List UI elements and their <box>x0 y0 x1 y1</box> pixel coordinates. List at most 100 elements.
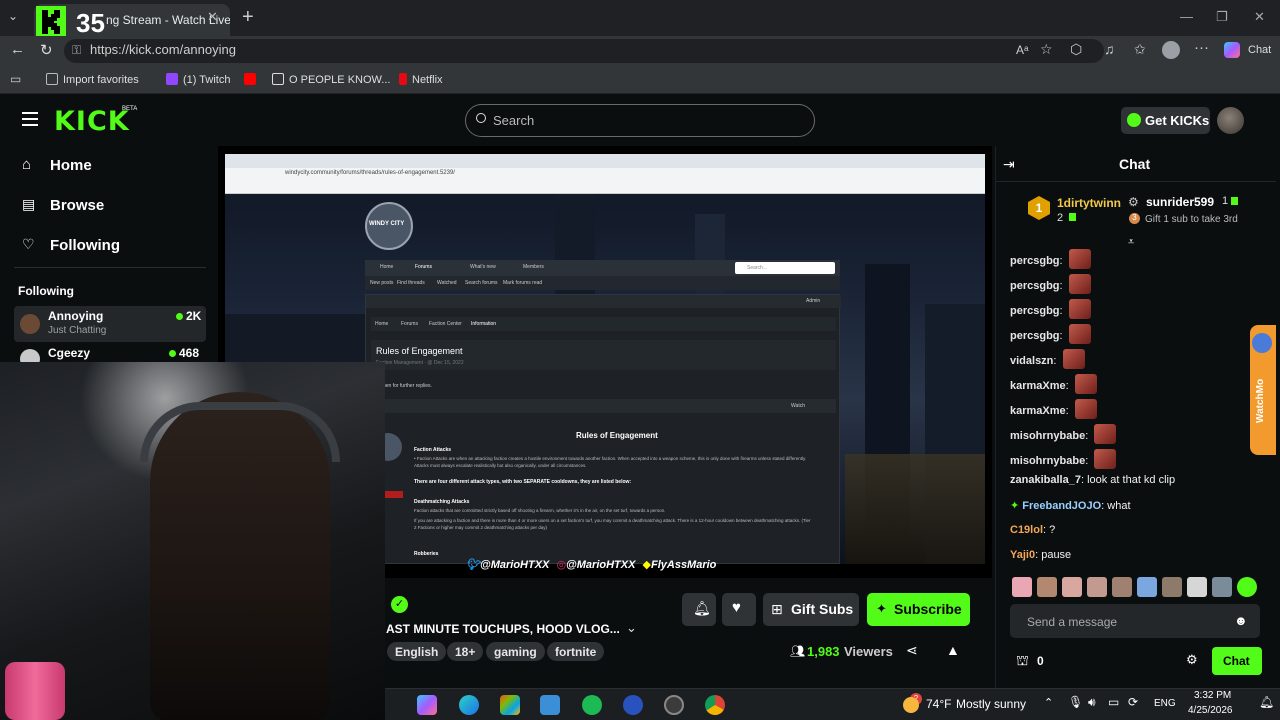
leaderboard-toggle-icon[interactable]: ⩡ <box>1128 236 1134 249</box>
chat-username[interactable]: vidalszn <box>1010 355 1053 367</box>
search-input[interactable]: Search <box>465 104 815 137</box>
back-icon[interactable]: ← <box>10 41 25 58</box>
tag-18plus[interactable]: 18+ <box>447 642 484 661</box>
subscribe-button[interactable]: ✦ Subscribe <box>867 593 970 626</box>
bookmark-import-favorites[interactable]: Import favorites <box>46 73 139 86</box>
obs-icon[interactable] <box>664 695 684 715</box>
window-icon[interactable] <box>540 695 560 715</box>
store-icon[interactable] <box>500 695 520 715</box>
emote-slot[interactable] <box>1237 577 1257 597</box>
chat-username[interactable]: C19lol <box>1010 524 1043 536</box>
emote-slot[interactable] <box>1062 577 1082 597</box>
favorites-icon[interactable]: ✩ <box>1134 41 1146 58</box>
temperature[interactable]: 74°F <box>926 697 951 711</box>
watchmo-widget[interactable]: WatchMo <box>1250 325 1276 455</box>
copilot-icon[interactable] <box>1224 42 1240 58</box>
user-avatar[interactable] <box>1217 107 1244 134</box>
chat-username[interactable]: karmaXme <box>1010 405 1066 417</box>
chat-username[interactable]: FreebandJOJO <box>1022 500 1101 512</box>
network-icon[interactable]: ▭ <box>1108 695 1119 709</box>
chat-settings-gear-icon[interactable]: ⚙ <box>1186 652 1198 668</box>
emote-slot[interactable] <box>1212 577 1232 597</box>
profile-icon[interactable] <box>1162 41 1180 59</box>
url-text[interactable]: https://kick.com/annoying <box>90 42 236 57</box>
emote-slot[interactable] <box>1012 577 1032 597</box>
refresh-icon[interactable]: ↻ <box>40 41 53 59</box>
gift-prompt[interactable]: Gift 1 sub to take 3rd <box>1145 214 1238 225</box>
bookmark-people-know[interactable]: O PEOPLE KNOW... <box>272 73 390 86</box>
share-icon[interactable]: ⋖ <box>906 642 918 659</box>
points-icon[interactable]: ⛫ <box>1016 652 1029 671</box>
minimize-icon[interactable]: — <box>1180 9 1193 24</box>
chat-username[interactable]: misohrnybabe <box>1010 455 1085 467</box>
emote-slot[interactable] <box>1187 577 1207 597</box>
notification-bell-button[interactable]: 🔔︎ <box>682 593 716 626</box>
sync-icon[interactable]: ⟳ <box>1128 695 1138 709</box>
volume-icon[interactable]: 🔊︎ <box>1088 695 1096 710</box>
gifter-count: 2 <box>1057 212 1064 224</box>
chat-username[interactable]: percsgbg <box>1010 330 1060 342</box>
window-close-icon[interactable]: ✕ <box>1254 9 1265 25</box>
chat-username[interactable]: zanakiballa_7 <box>1010 474 1081 486</box>
following-channel-annoying[interactable]: Annoying Just Chatting 2K <box>14 306 206 342</box>
copilot-taskbar-icon[interactable] <box>417 695 437 715</box>
chat-username[interactable]: Yaji0 <box>1010 549 1035 561</box>
emote-slot[interactable] <box>1162 577 1182 597</box>
kick-logo[interactable]: KICK BETA <box>54 106 137 137</box>
tag-fortnite[interactable]: fortnite <box>547 642 605 661</box>
chat-message: karmaXme: <box>1010 399 1097 419</box>
sidebar-item-home[interactable]: ⌂ Home <box>22 156 92 174</box>
reading-list-icon[interactable]: ▭ <box>10 72 21 86</box>
tray-chevron-icon[interactable]: ⌃ <box>1044 696 1053 709</box>
language-indicator[interactable]: ENG <box>1154 698 1176 709</box>
bookmark-youtube[interactable] <box>244 73 261 86</box>
tag-english[interactable]: English <box>387 642 447 661</box>
follow-heart-button[interactable]: ♥ <box>722 593 756 626</box>
gift-subs-button[interactable]: ⊞ Gift Subs <box>763 593 859 626</box>
emote-slot[interactable] <box>1087 577 1107 597</box>
emote-slot[interactable] <box>1137 577 1157 597</box>
sidebar-item-browse[interactable]: ▤ Browse <box>22 196 104 214</box>
page-icon <box>272 73 284 85</box>
new-tab-button[interactable]: + <box>242 6 254 29</box>
clock-time[interactable]: 3:32 PM <box>1194 690 1231 701</box>
maximize-icon[interactable]: ❐ <box>1216 9 1228 25</box>
chrome-icon[interactable] <box>705 695 725 715</box>
more-menu-icon[interactable]: ··· <box>1194 39 1209 56</box>
notification-icon[interactable]: 🔔︎ <box>1259 695 1274 709</box>
tab-list-button[interactable]: ⌄ <box>8 9 18 23</box>
copilot-chat-button[interactable]: Chat <box>1248 44 1271 56</box>
emote-slot[interactable] <box>1112 577 1132 597</box>
chat-username[interactable]: misohrnybabe <box>1010 430 1085 442</box>
title-expand-chevron-icon[interactable]: ⌄ <box>626 620 637 636</box>
bookmark-netflix[interactable]: Netflix <box>399 73 443 86</box>
chat-username[interactable]: percsgbg <box>1010 255 1060 267</box>
favorite-star-icon[interactable]: ☆ <box>1040 41 1053 58</box>
collapse-chat-icon[interactable]: ⇥ <box>1003 156 1015 173</box>
chat-username[interactable]: percsgbg <box>1010 280 1060 292</box>
sidebar-item-following[interactable]: ♡ Following <box>22 236 120 254</box>
tab-close-icon[interactable]: ✕ <box>207 9 218 25</box>
hamburger-menu-icon[interactable] <box>22 112 38 126</box>
bookmark-twitch[interactable]: (1) Twitch <box>166 73 230 86</box>
read-aloud-icon[interactable]: Aᵃ <box>1016 43 1028 57</box>
chat-username[interactable]: percsgbg <box>1010 305 1060 317</box>
spotify-icon[interactable] <box>582 695 602 715</box>
edge-icon[interactable] <box>459 695 479 715</box>
emote-slot[interactable] <box>1037 577 1057 597</box>
chat-username[interactable]: karmaXme <box>1010 380 1066 392</box>
media-icon[interactable]: ♫ <box>1104 41 1115 57</box>
clock-date[interactable]: 4/25/2026 <box>1188 705 1233 716</box>
extensions-icon[interactable]: ⬡ <box>1070 41 1082 58</box>
report-warning-icon[interactable]: ▲ <box>946 642 960 658</box>
ea-app-icon[interactable] <box>623 695 643 715</box>
weather-description[interactable]: Mostly sunny <box>956 697 1026 711</box>
tag-gaming[interactable]: gaming <box>486 642 545 661</box>
microphone-icon[interactable]: 🎙︎ <box>1068 695 1083 709</box>
chat-input[interactable]: Send a message ☻ <box>1010 604 1260 638</box>
send-chat-button[interactable]: Chat <box>1212 647 1262 675</box>
site-info-icon[interactable]: ⚿ <box>72 43 81 58</box>
emoji-icon[interactable]: ☻ <box>1234 613 1248 628</box>
get-kicks-button[interactable]: Get KICKs <box>1121 107 1210 134</box>
logo-beta: BETA <box>122 106 138 112</box>
